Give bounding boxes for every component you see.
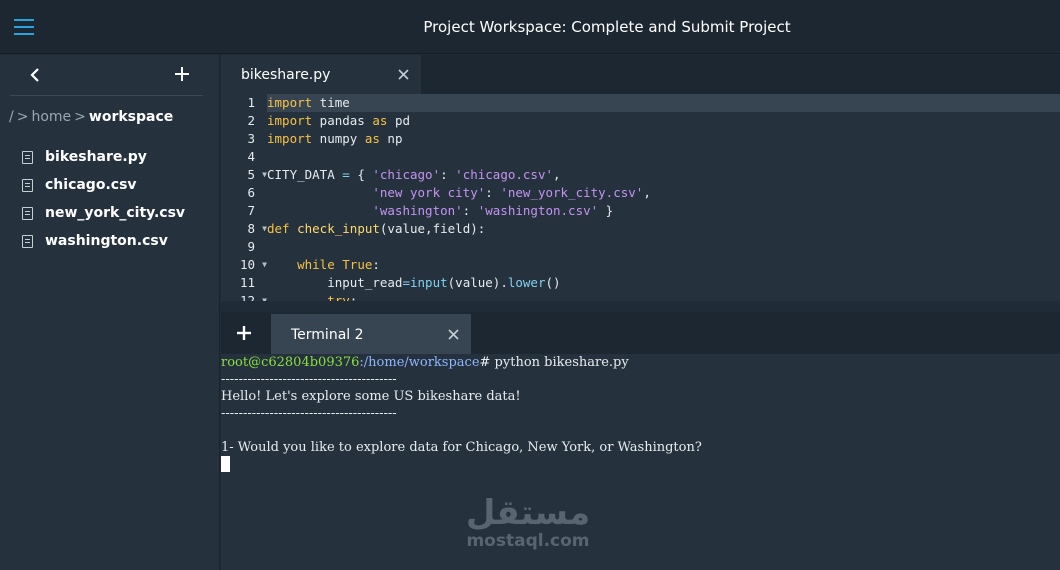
watermark-latin: mostaql.com xyxy=(466,531,590,551)
breadcrumb-root[interactable]: / xyxy=(9,109,14,125)
code-line: import pandas as pd xyxy=(267,113,411,128)
breadcrumb-separator: > xyxy=(16,109,29,125)
file-name: bikeshare.py xyxy=(45,149,147,165)
file-icon xyxy=(22,206,33,220)
file-sidebar: / > home > workspace bikeshare.py chicago.cs… xyxy=(0,55,220,570)
tab-bikeshare-py[interactable]: bikeshare.py xyxy=(221,55,421,94)
breadcrumb-current: workspace xyxy=(88,109,174,125)
file-icon xyxy=(22,234,33,248)
line-number-foldable: 12 ▼ xyxy=(221,292,267,301)
breadcrumb: / > home > workspace xyxy=(9,109,173,125)
line-number: 4 xyxy=(247,149,255,164)
line-number-foldable: 8 ▼ xyxy=(221,220,267,238)
code-line: 'new york city': 'new_york_city.csv', xyxy=(372,185,651,200)
terminal-cursor xyxy=(221,456,230,472)
chevron-left-icon[interactable] xyxy=(26,66,44,84)
line-number: 11 xyxy=(239,275,255,290)
plus-icon[interactable] xyxy=(173,65,191,83)
file-item-new-york-city[interactable]: new_york_city.csv xyxy=(22,199,185,227)
code-line: def check_input(value,field): xyxy=(267,221,486,236)
tab-label: bikeshare.py xyxy=(241,67,331,83)
file-name: washington.csv xyxy=(45,233,168,249)
code-line: while True: xyxy=(297,257,380,272)
watermark-arabic: مستقل xyxy=(465,493,591,533)
code-line: CITY_DATA = { 'chicago': 'chicago.csv', xyxy=(267,167,561,182)
code-line: input_read=input(value).lower() xyxy=(267,275,561,290)
terminal-question: 1- Would you like to explore data for Ch… xyxy=(221,440,702,455)
tab-terminal-2[interactable]: Terminal 2 xyxy=(271,314,471,354)
code-line: import time xyxy=(267,94,1060,112)
breadcrumb-separator: > xyxy=(74,109,86,125)
code-line: 'washington': 'washington.csv' } xyxy=(372,203,614,218)
file-item-bikeshare[interactable]: bikeshare.py xyxy=(22,143,185,171)
terminal-divider: ---------------------------------------- xyxy=(221,372,397,387)
code-line: import numpy as np xyxy=(267,131,403,146)
line-number: 12 xyxy=(239,293,255,301)
line-gutter: 1 2 3 4 5 ▼ 6 7 8 ▼ 9 10 ▼ 11 12 ▼ xyxy=(221,94,267,301)
line-number: 1 xyxy=(247,95,255,110)
file-name: new_york_city.csv xyxy=(45,205,186,221)
file-icon xyxy=(22,178,33,192)
line-number: 9 xyxy=(247,239,255,254)
file-item-washington[interactable]: washington.csv xyxy=(22,227,185,255)
plus-icon[interactable] xyxy=(235,324,253,342)
breadcrumb-home[interactable]: home xyxy=(31,109,71,125)
line-number-foldable: 5 ▼ xyxy=(221,166,267,184)
page-title: Project Workspace: Complete and Submit P… xyxy=(423,18,791,36)
close-icon[interactable] xyxy=(448,329,459,340)
close-icon[interactable] xyxy=(398,69,409,80)
file-icon xyxy=(22,150,33,164)
line-number: 10 xyxy=(239,257,255,272)
code-line: try: xyxy=(327,293,358,301)
line-number: 8 xyxy=(247,221,255,236)
sidebar-toolbar xyxy=(10,55,203,96)
line-number-foldable: 10 ▼ xyxy=(221,256,267,274)
line-number: 3 xyxy=(247,131,255,146)
line-number: 2 xyxy=(247,113,255,128)
line-number: 6 xyxy=(247,185,255,200)
terminal-greeting: Hello! Let's explore some US bikeshare d… xyxy=(221,389,521,404)
terminal-output[interactable]: root@c62804b09376:/home/workspace# pytho… xyxy=(221,354,1060,570)
prompt-command: # python bikeshare.py xyxy=(479,355,629,370)
prompt-path: :/home/workspace xyxy=(359,355,480,370)
line-number: 5 xyxy=(247,167,255,182)
file-item-chicago[interactable]: chicago.csv xyxy=(22,171,185,199)
editor-tab-bar: bikeshare.py xyxy=(221,55,1060,94)
terminal-prompt-line: root@c62804b09376:/home/workspace# pytho… xyxy=(221,354,629,371)
line-number: 7 xyxy=(247,203,255,218)
watermark-logo: مستقل mostaql.com xyxy=(463,494,593,550)
terminal-divider: ---------------------------------------- xyxy=(221,406,397,421)
prompt-user: root@c62804b09376 xyxy=(221,355,360,370)
file-name: chicago.csv xyxy=(45,177,137,193)
terminal-tab-bar: Terminal 2 xyxy=(221,312,1060,354)
code-area[interactable]: import time import pandas as pd import n… xyxy=(267,94,1060,301)
top-header: Project Workspace: Complete and Submit P… xyxy=(0,0,1060,54)
code-editor[interactable]: 1 2 3 4 5 ▼ 6 7 8 ▼ 9 10 ▼ 11 12 ▼ import ti… xyxy=(221,94,1060,301)
file-list: bikeshare.py chicago.csv new_york_city.c… xyxy=(22,143,185,255)
tab-label: Terminal 2 xyxy=(291,327,364,343)
